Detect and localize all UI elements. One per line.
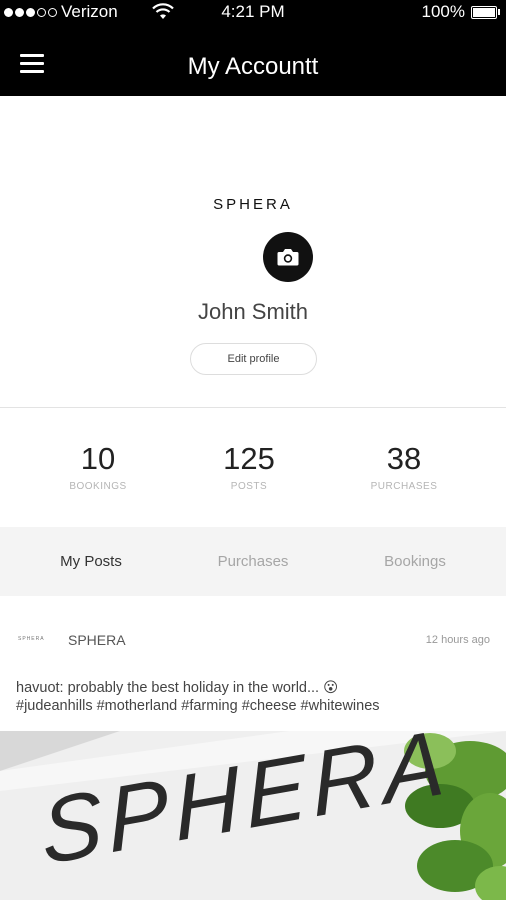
page-title: My Accountt [187, 53, 319, 80]
post-hashtags[interactable]: #judeanhills #motherland #farming #chees… [16, 697, 496, 715]
change-photo-button[interactable] [263, 232, 313, 282]
stat-value: 125 [223, 441, 275, 476]
edit-profile-button[interactable]: Edit profile [190, 343, 317, 375]
post-caption: havuot: probably the best holiday in the… [16, 679, 496, 715]
nav-bar: My Accountt [0, 26, 506, 96]
post-avatar[interactable]: SPHERA [18, 636, 45, 642]
profile-section: SPHERA John Smith Edit profile [0, 96, 506, 408]
stat-posts[interactable]: 125 POSTS [169, 441, 329, 492]
stat-value: 10 [80, 441, 116, 476]
user-name: John Smith [197, 299, 309, 324]
stat-label: POSTS [230, 481, 268, 492]
post-author[interactable]: SPHERA [68, 632, 126, 648]
stats-section: 10 BOOKINGS 125 POSTS 38 PURCHASES [0, 409, 506, 527]
tab-purchases[interactable]: Purchases [168, 527, 338, 596]
status-bar: Verizon 4:21 PM 100% [0, 0, 506, 26]
post-caption-text: havuot: probably the best holiday in the… [16, 680, 339, 696]
post-header: SPHERA SPHERA 12 hours ago [0, 616, 506, 666]
tab-bar: My Posts Purchases Bookings [0, 527, 506, 596]
stat-label: PURCHASES [370, 481, 438, 492]
stat-purchases[interactable]: 38 PURCHASES [324, 441, 484, 492]
status-right: 100% [422, 2, 500, 22]
brand-logo: SPHERA [213, 196, 293, 213]
post-timestamp: 12 hours ago [425, 634, 490, 646]
camera-icon [277, 249, 299, 266]
tab-my-posts[interactable]: My Posts [0, 527, 182, 596]
stat-value: 38 [386, 441, 422, 476]
post-image[interactable]: SPHERA [0, 731, 506, 900]
battery-percent: 100% [421, 2, 465, 21]
stat-label: BOOKINGS [69, 481, 127, 492]
stat-bookings[interactable]: 10 BOOKINGS [18, 441, 178, 492]
tab-bookings[interactable]: Bookings [330, 527, 500, 596]
battery-icon [471, 5, 497, 19]
battery-tip [498, 9, 500, 15]
